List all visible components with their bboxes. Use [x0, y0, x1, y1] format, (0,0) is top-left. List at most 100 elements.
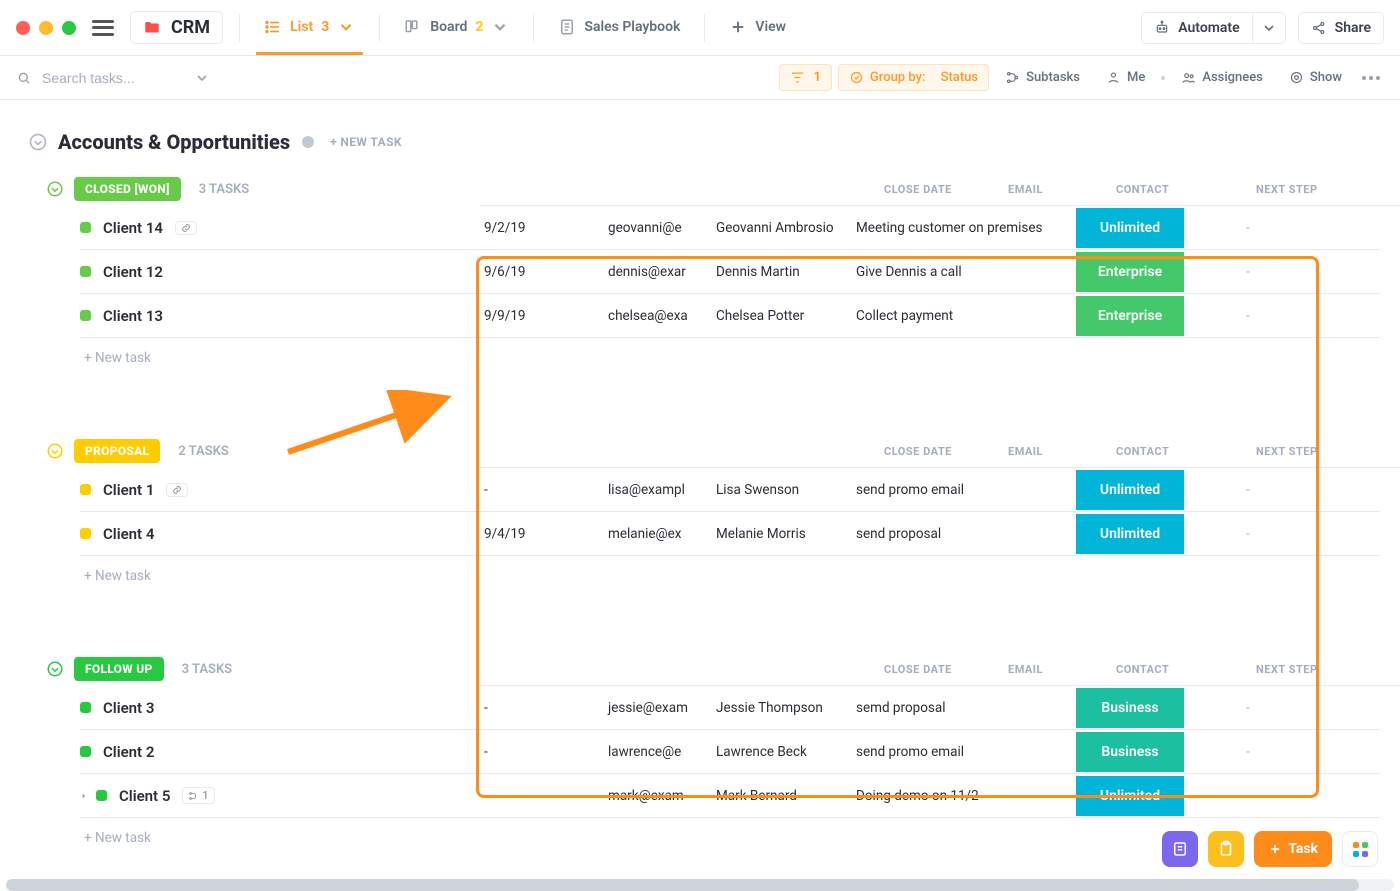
cell-next-step[interactable]: Meeting customer on premises — [848, 220, 1068, 236]
cell-contact[interactable]: Chelsea Potter — [708, 308, 848, 324]
cell-plan[interactable]: Enterprise — [1068, 252, 1188, 292]
cell-plan[interactable]: Business — [1068, 732, 1188, 772]
chevron-down-icon[interactable] — [194, 70, 210, 86]
col-contact[interactable]: CONTACT — [1108, 183, 1248, 196]
col-email[interactable]: EMAIL — [1000, 445, 1108, 458]
task-name[interactable]: Client 5 — [119, 787, 170, 805]
cell-contact-title[interactable]: - — [1188, 700, 1308, 716]
cell-next-step[interactable]: Give Dennis a call — [848, 264, 1068, 280]
cell-email[interactable]: mark@exam — [600, 788, 708, 804]
table-row[interactable]: Client 14 9/2/19 geovanni@e Geovanni Amb… — [80, 206, 1380, 250]
group-by-chip[interactable]: Group by: Status — [838, 64, 989, 91]
window-minimize-icon[interactable] — [39, 21, 53, 35]
task-name[interactable]: Client 4 — [103, 525, 154, 543]
subtask-chip[interactable]: 1 — [182, 787, 214, 804]
subtasks-chip[interactable]: Subtasks — [995, 65, 1090, 90]
group-collapse-icon[interactable] — [46, 442, 64, 460]
fab-notepad[interactable] — [1162, 831, 1198, 867]
table-row[interactable]: Client 13 9/9/19 chelsea@exa Chelsea Pot… — [80, 294, 1380, 338]
cell-email[interactable]: melanie@ex — [600, 526, 708, 542]
cell-contact[interactable]: Lawrence Beck — [708, 744, 848, 760]
new-task-button[interactable]: + New task — [80, 338, 1380, 378]
cell-plan[interactable]: Enterprise — [1068, 296, 1188, 336]
task-name[interactable]: Client 2 — [103, 743, 154, 761]
cell-contact-title[interactable]: - — [1188, 482, 1308, 498]
tab-board[interactable]: Board 2 — [396, 0, 517, 55]
cell-contact[interactable]: Geovanni Ambrosio — [708, 220, 848, 236]
table-row[interactable]: Client 2 - lawrence@e Lawrence Beck send… — [80, 730, 1380, 774]
cell-contact[interactable]: Lisa Swenson — [708, 482, 848, 498]
me-chip[interactable]: Me — [1096, 65, 1155, 90]
link-chip[interactable] — [166, 483, 188, 497]
cell-plan[interactable]: Unlimited — [1068, 776, 1188, 816]
expand-icon[interactable] — [80, 792, 88, 800]
task-name[interactable]: Client 1 — [103, 481, 154, 499]
cell-close-date[interactable]: 9/4/19 — [480, 526, 600, 542]
cell-email[interactable]: jessie@exam — [600, 700, 708, 716]
assignees-chip[interactable]: Assignees — [1171, 65, 1273, 90]
col-email[interactable]: EMAIL — [1000, 663, 1108, 676]
link-chip[interactable] — [175, 221, 197, 235]
horizontal-scrollbar[interactable] — [6, 879, 1394, 891]
cell-close-date[interactable]: 9/9/19 — [480, 308, 600, 324]
table-row[interactable]: Client 5 1 - mark@exam Mark Bernard Doin… — [80, 774, 1380, 818]
cell-contact[interactable]: Dennis Martin — [708, 264, 848, 280]
cell-plan[interactable]: Unlimited — [1068, 470, 1188, 510]
cell-next-step[interactable]: Collect payment — [848, 308, 1068, 324]
col-close-date[interactable]: CLOSE DATE — [880, 445, 1000, 458]
col-email[interactable]: EMAIL — [1000, 183, 1108, 196]
main-menu-icon[interactable] — [92, 20, 114, 36]
status-pill[interactable]: PROPOSAL — [74, 439, 160, 463]
search-input[interactable] — [40, 69, 180, 87]
table-row[interactable]: Client 12 9/6/19 dennis@exar Dennis Mart… — [80, 250, 1380, 294]
cell-email[interactable]: dennis@exar — [600, 264, 708, 280]
fab-new-task[interactable]: Task — [1254, 831, 1332, 867]
cell-contact[interactable]: Melanie Morris — [708, 526, 848, 542]
workspace-chip[interactable]: CRM — [130, 11, 223, 44]
table-row[interactable]: Client 3 - jessie@exam Jessie Thompson s… — [80, 686, 1380, 730]
cell-contact-title[interactable]: - — [1188, 744, 1308, 760]
task-name[interactable]: Client 3 — [103, 699, 154, 717]
group-collapse-icon[interactable] — [46, 660, 64, 678]
group-collapse-icon[interactable] — [46, 180, 64, 198]
filter-chip[interactable]: 1 — [779, 64, 831, 91]
status-pill[interactable]: FOLLOW UP — [74, 657, 164, 681]
fab-apps[interactable] — [1342, 831, 1378, 867]
cell-plan[interactable]: Unlimited — [1068, 208, 1188, 248]
tab-sales-playbook[interactable]: Sales Playbook — [550, 0, 688, 55]
task-name[interactable]: Client 14 — [103, 219, 163, 237]
col-close-date[interactable]: CLOSE DATE — [880, 663, 1000, 676]
cell-contact-title[interactable]: - — [1188, 308, 1308, 324]
col-contact[interactable]: CONTACT — [1108, 663, 1248, 676]
cell-close-date[interactable]: 9/2/19 — [480, 220, 600, 236]
cell-email[interactable]: lisa@exampl — [600, 482, 708, 498]
cell-contact-title[interactable]: - — [1188, 526, 1308, 542]
cell-email[interactable]: lawrence@e — [600, 744, 708, 760]
cell-contact-title[interactable]: - — [1188, 264, 1308, 280]
new-task-header-button[interactable]: + NEW TASK — [330, 135, 402, 149]
cell-contact-title[interactable]: - — [1188, 788, 1308, 804]
table-row[interactable]: Client 4 9/4/19 melanie@ex Melanie Morri… — [80, 512, 1380, 556]
cell-email[interactable]: chelsea@exa — [600, 308, 708, 324]
cell-next-step[interactable]: send promo email — [848, 744, 1068, 760]
col-next-step[interactable]: NEXT STEP — [1248, 663, 1400, 676]
info-icon[interactable] — [300, 134, 316, 150]
cell-plan[interactable]: Business — [1068, 688, 1188, 728]
task-name[interactable]: Client 13 — [103, 307, 163, 325]
cell-close-date[interactable]: - — [480, 744, 600, 760]
cell-contact[interactable]: Mark Bernard — [708, 788, 848, 804]
fab-clipboard[interactable] — [1208, 831, 1244, 867]
automate-dropdown[interactable] — [1253, 12, 1286, 44]
new-task-button[interactable]: + New task — [80, 556, 1380, 596]
share-button[interactable]: Share — [1298, 12, 1384, 44]
cell-plan[interactable]: Unlimited — [1068, 514, 1188, 554]
cell-next-step[interactable]: send proposal — [848, 526, 1068, 542]
cell-close-date[interactable]: - — [480, 700, 600, 716]
cell-email[interactable]: geovanni@e — [600, 220, 708, 236]
cell-contact-title[interactable]: - — [1188, 220, 1308, 236]
cell-next-step[interactable]: Doing demo on 11/2 — [848, 788, 1068, 804]
add-view-button[interactable]: View — [721, 0, 794, 55]
col-contact[interactable]: CONTACT — [1108, 445, 1248, 458]
table-row[interactable]: Client 1 - lisa@exampl Lisa Swenson send… — [80, 468, 1380, 512]
status-pill[interactable]: CLOSED [WON] — [74, 177, 181, 201]
